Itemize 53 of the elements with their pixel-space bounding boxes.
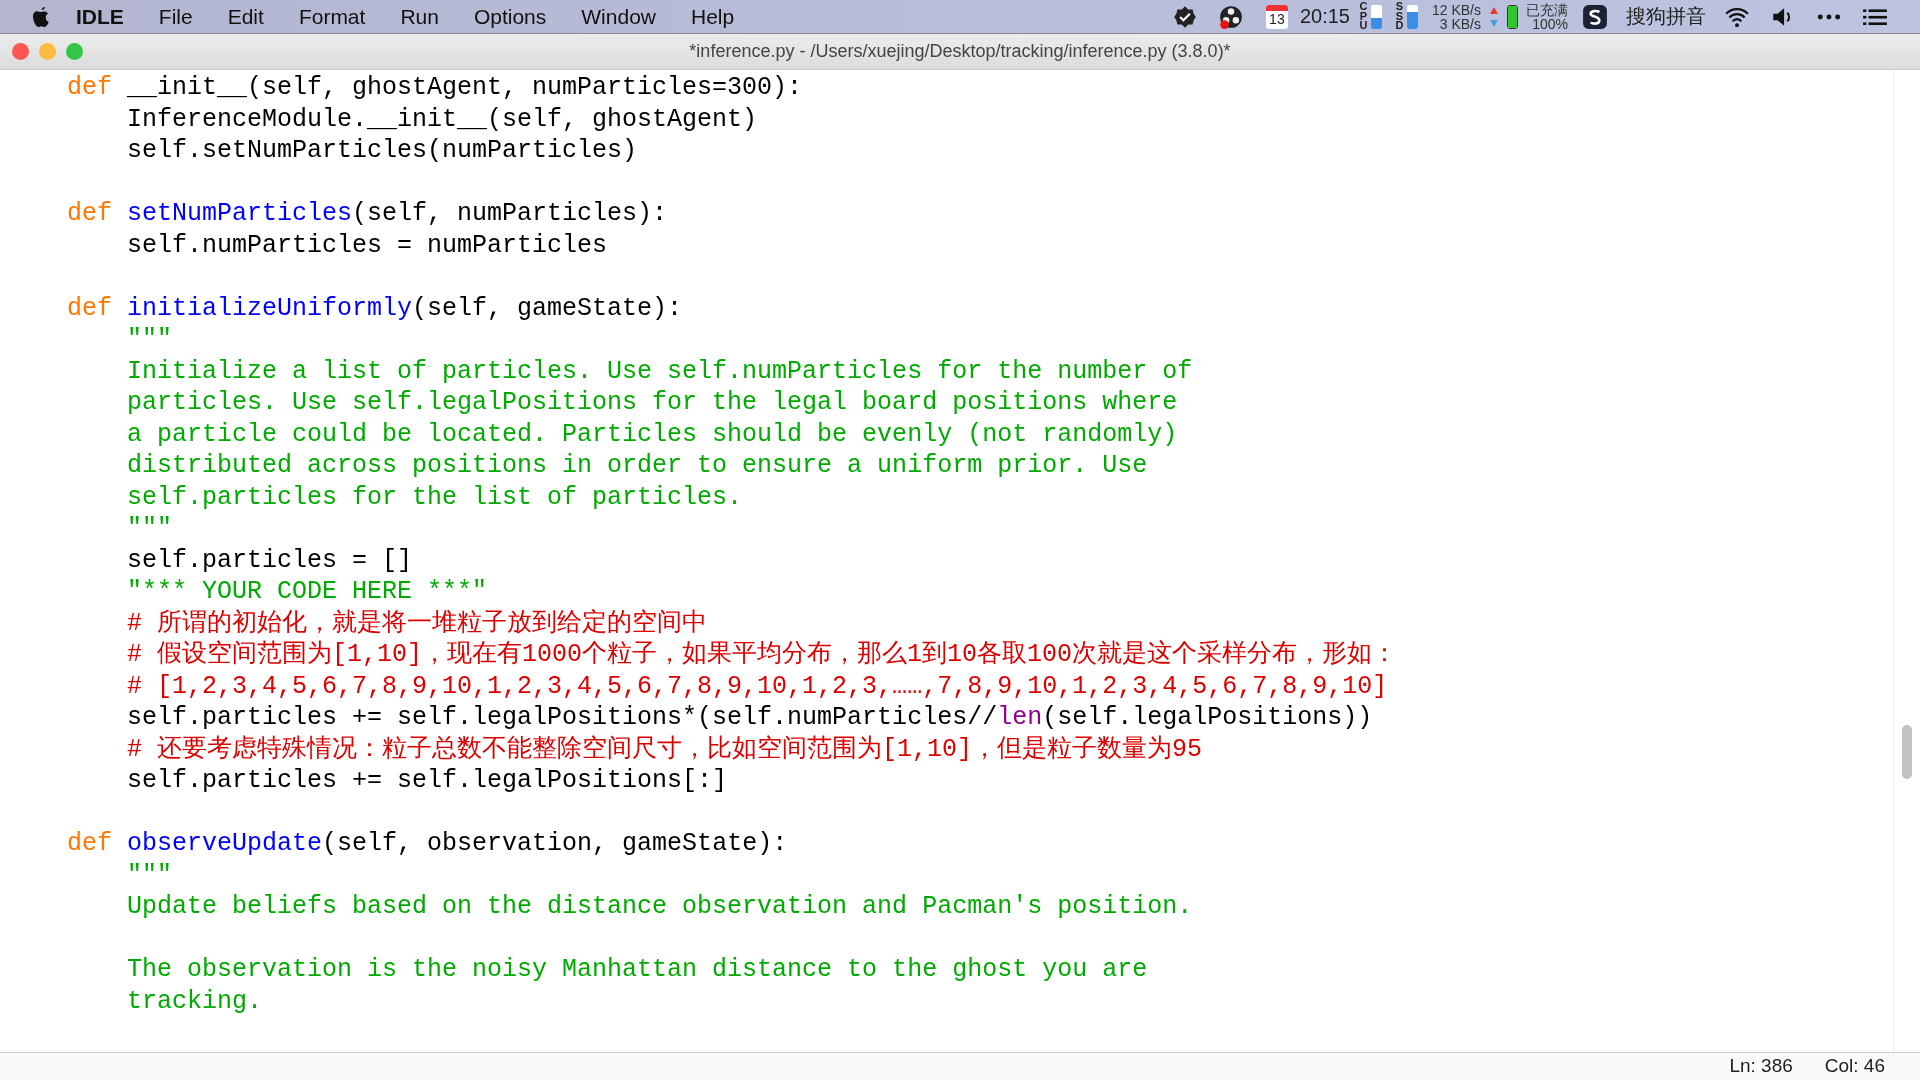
code-line: self.particles = []	[127, 545, 413, 575]
code-line: """	[127, 514, 172, 543]
code-line: distributed across positions in order to ensure a uniform prior. Use	[127, 451, 1148, 480]
code-line: self.numParticles = numParticles	[127, 230, 608, 260]
code-line: self.setNumParticles(numParticles)	[127, 136, 638, 165]
code-line: def observeUpdate(self, observation, gameState):	[67, 829, 788, 858]
code-line: Initialize a list of particles. Use self.numParticles for the number of	[127, 356, 1193, 386]
battery-state: 已充满	[1526, 2, 1568, 17]
code-line: The observation is the noisy Manhattan distance to the ghost you are	[127, 955, 1148, 984]
ssd-label: SSD	[1394, 1, 1405, 32]
code-line: # [1,2,3,4,5,6,7,8,9,10,1,2,3,4,5,6,7,8,9,10,1,2,3,……,7,8,9,10,1,2,3,4,5,6,7,8,9,10]	[127, 671, 1388, 701]
menu-item[interactable]: Window	[581, 4, 656, 29]
code-line: particles. Use self.legalPositions for the legal board positions where	[127, 388, 1178, 417]
code-line: def __init__(self, ghostAgent, numParticles=300):	[67, 73, 803, 102]
column-status: Col: 46	[1824, 1054, 1885, 1077]
code-line: # 所谓的初始化，就是将一堆粒子放到给定的空间中	[127, 608, 707, 638]
cpu-meter[interactable]	[1370, 4, 1382, 29]
code-line: InferenceModule.__init__(self, ghostAgent)	[127, 104, 758, 134]
code-line: """	[127, 860, 172, 890]
menu-item[interactable]: Run	[400, 4, 439, 29]
menu-item[interactable]: Edit	[227, 4, 264, 29]
clock-time[interactable]: 20:15	[1299, 5, 1350, 28]
battery-percent: 100%	[1532, 16, 1568, 31]
input-method-icon[interactable]	[1582, 3, 1608, 30]
code-line: self.particles += self.legalPositions*(self.numParticles//len(self.legalPositions))	[127, 703, 1373, 732]
code-line: # 还要考虑特殊情况：粒子总数不能整除空间尺寸，比如空间范围为[1,10]，但是粒子数量为95	[127, 734, 1203, 764]
battery-icon[interactable]	[1507, 4, 1518, 29]
code-line: tracking.	[127, 986, 263, 1016]
code-line: Update beliefs based on the distance observation and Pacman's position.	[127, 892, 1193, 921]
close-button[interactable]	[12, 43, 29, 60]
code-line: """	[127, 325, 172, 354]
code-line: self.particles for the list of particles.	[127, 482, 743, 512]
code-line: self.particles += self.legalPositions[:]	[127, 766, 728, 795]
menu-item[interactable]: File	[158, 4, 193, 29]
recording-app-icon[interactable]	[1217, 3, 1244, 30]
code-line: # 假设空间范围为[1,10]，现在有1000个粒子，如果平均分布，那么1到10各取100次就是这个采样分布，形如：	[127, 640, 1398, 669]
calendar-icon[interactable]: 13	[1265, 4, 1288, 29]
cpu-label: CPU	[1358, 1, 1369, 32]
upload-speed: 12 KB/s	[1431, 2, 1481, 17]
window-title: *inference.py - /Users/xuejing/Desktop/tracking/inference.py (3.8.0)*	[689, 41, 1231, 62]
scrollbar-thumb[interactable]	[1902, 725, 1912, 779]
menu-item[interactable]: Format	[298, 4, 366, 29]
code-line: def setNumParticles(self, numParticles):	[67, 199, 668, 228]
code-line: a particle could be located. Particles should be evenly (not randomly)	[127, 419, 1178, 449]
line-number-status: Ln: 386	[1729, 1054, 1793, 1077]
ssd-meter[interactable]	[1406, 4, 1418, 29]
code-line: def initializeUniformly(self, gameState):	[67, 293, 683, 323]
input-method-name[interactable]: 搜狗拼音	[1626, 3, 1706, 30]
app-menu[interactable]: IDLE	[76, 4, 124, 29]
download-speed: 3 KB/s	[1439, 16, 1481, 31]
menu-item[interactable]: Help	[691, 4, 735, 29]
menu-item[interactable]: Options	[473, 4, 547, 29]
code-line: "*** YOUR CODE HERE ***"	[127, 577, 488, 606]
